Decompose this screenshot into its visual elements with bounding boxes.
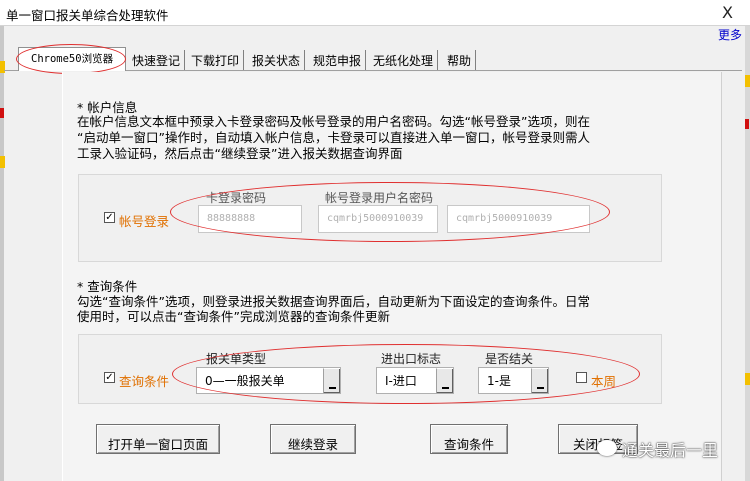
query-description-line1: 勾选“查询条件”选项，则登录进报关数据查询界面后，自动更新为下面设定的查询条件。…	[77, 294, 590, 309]
annotation-ellipse	[170, 182, 610, 242]
query-description-line2: 使用时，可以点击“查询条件”完成浏览器的查询条件更新	[77, 309, 390, 324]
tab-declaration-status[interactable]: 报关状态	[248, 50, 306, 70]
annotation-ellipse	[16, 44, 126, 74]
account-login-checkbox[interactable]: ✓	[104, 212, 115, 223]
tab-standard-declaration[interactable]: 规范申报	[309, 50, 367, 70]
tab-help[interactable]: 帮助	[443, 50, 477, 70]
continue-login-button[interactable]: 继续登录	[270, 424, 356, 454]
background-window-edge	[0, 26, 5, 481]
query-conditions-button[interactable]: 查询条件	[430, 424, 508, 454]
tab-download-print[interactable]: 下载打印	[187, 50, 245, 70]
window-title: 单一窗口报关单综合处理软件	[6, 8, 169, 23]
edge-marker	[745, 119, 749, 129]
wechat-logo-icon	[597, 440, 617, 456]
tab-quick-register[interactable]: 快速登记	[128, 50, 186, 70]
open-single-window-button[interactable]: 打开单一窗口页面	[96, 424, 220, 454]
account-description-line3: 工录入验证码，然后点击“继续登录”进入报关数据查询界面	[77, 146, 403, 161]
close-icon[interactable]: X	[722, 3, 733, 22]
edge-marker	[0, 61, 5, 73]
edge-marker	[0, 108, 4, 118]
account-login-label: 帐号登录	[119, 214, 170, 229]
edge-marker	[745, 75, 750, 87]
query-conditions-checkbox[interactable]: ✓	[104, 372, 115, 383]
watermark-text: 通关最后一里	[622, 441, 719, 460]
account-description-line1: 在帐户信息文本框中预录入卡登录密码及帐号登录的用户名密码。勾选“帐号登录”选项，…	[77, 114, 590, 129]
more-link[interactable]: 更多	[718, 26, 742, 43]
query-section-heading: * 查询条件	[77, 279, 138, 294]
annotation-ellipse	[172, 344, 640, 404]
background-window-edge	[745, 26, 750, 481]
query-conditions-label: 查询条件	[119, 374, 170, 389]
account-description-line2: “启动单一窗口”操作时，自动填入帐户信息，卡登录可以直接进入单一窗口，帐号登录则…	[77, 130, 590, 145]
tab-paperless[interactable]: 无纸化处理	[369, 50, 439, 70]
edge-marker	[0, 156, 5, 168]
edge-marker	[745, 373, 750, 385]
